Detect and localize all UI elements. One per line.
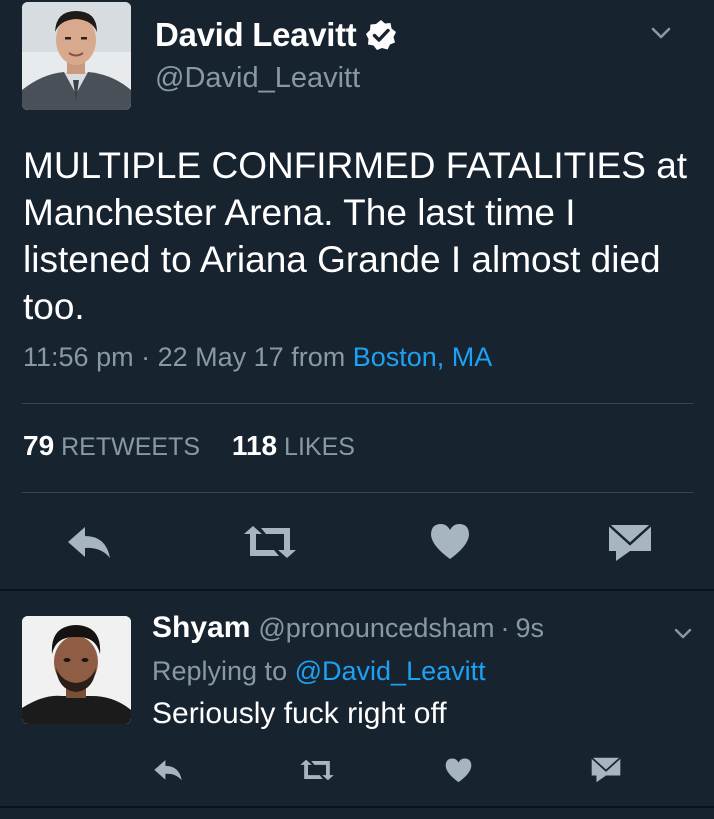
tweet-time[interactable]: 11:56 pm bbox=[23, 342, 134, 372]
replying-to: Replying to @David_Leavitt bbox=[152, 656, 486, 687]
reply-header: Shyam @pronouncedsham · 9s bbox=[152, 611, 544, 645]
chevron-down-icon[interactable] bbox=[646, 18, 676, 48]
tweet-meta: 11:56 pm · 22 May 17 from Boston, MA bbox=[23, 342, 492, 373]
retweets-label: RETWEETS bbox=[61, 433, 201, 461]
tweet-text: MULTIPLE CONFIRMED FATALITIES at Manches… bbox=[23, 145, 688, 327]
author-handle[interactable]: @David_Leavitt bbox=[155, 62, 360, 95]
from-label: from bbox=[291, 342, 346, 372]
divider bbox=[22, 492, 694, 493]
reply-text: Seriously fuck right off bbox=[152, 697, 447, 730]
divider bbox=[22, 403, 694, 404]
reply-icon[interactable] bbox=[66, 524, 112, 562]
reply-author-name[interactable]: Shyam bbox=[152, 611, 250, 645]
author-avatar[interactable] bbox=[22, 2, 131, 110]
likes-stat[interactable]: 118 LIKES bbox=[231, 430, 355, 461]
avatar-image bbox=[22, 2, 131, 110]
tweet-stats: 79 RETWEETS 118 LIKES bbox=[23, 430, 355, 462]
retweets-stat[interactable]: 79 RETWEETS bbox=[23, 430, 201, 461]
likes-label: LIKES bbox=[284, 433, 355, 461]
retweet-icon[interactable] bbox=[242, 524, 298, 560]
tweet-separator bbox=[0, 589, 714, 591]
direct-message-icon[interactable] bbox=[608, 524, 652, 562]
reply-time[interactable]: 9s bbox=[515, 613, 544, 644]
author-name[interactable]: David Leavitt bbox=[155, 16, 357, 54]
direct-message-icon[interactable] bbox=[591, 757, 621, 783]
retweet-icon[interactable] bbox=[299, 758, 335, 782]
reply-author-avatar[interactable] bbox=[22, 616, 131, 724]
like-icon[interactable] bbox=[430, 522, 470, 560]
reply-avatar-image bbox=[22, 616, 131, 724]
reply-icon[interactable] bbox=[153, 758, 183, 783]
verified-badge-icon bbox=[365, 20, 396, 50]
author-name-row[interactable]: David Leavitt bbox=[155, 12, 397, 58]
reply-separator: · bbox=[500, 613, 510, 643]
retweets-count: 79 bbox=[23, 430, 55, 461]
meta-separator: · bbox=[141, 342, 151, 372]
likes-count: 118 bbox=[231, 430, 278, 461]
tweet-date[interactable]: 22 May 17 bbox=[158, 342, 284, 372]
tweet-separator bbox=[0, 806, 714, 808]
tweet-location[interactable]: Boston, MA bbox=[353, 342, 493, 372]
chevron-down-icon[interactable] bbox=[670, 621, 696, 647]
replying-to-handle[interactable]: @David_Leavitt bbox=[295, 656, 486, 686]
like-icon[interactable] bbox=[445, 757, 472, 783]
reply-author-handle[interactable]: @pronouncedsham bbox=[258, 613, 494, 644]
replying-to-label: Replying to bbox=[152, 656, 288, 686]
main-tweet: David Leavitt @David_Leavitt MULTIPLE CO… bbox=[0, 0, 714, 589]
